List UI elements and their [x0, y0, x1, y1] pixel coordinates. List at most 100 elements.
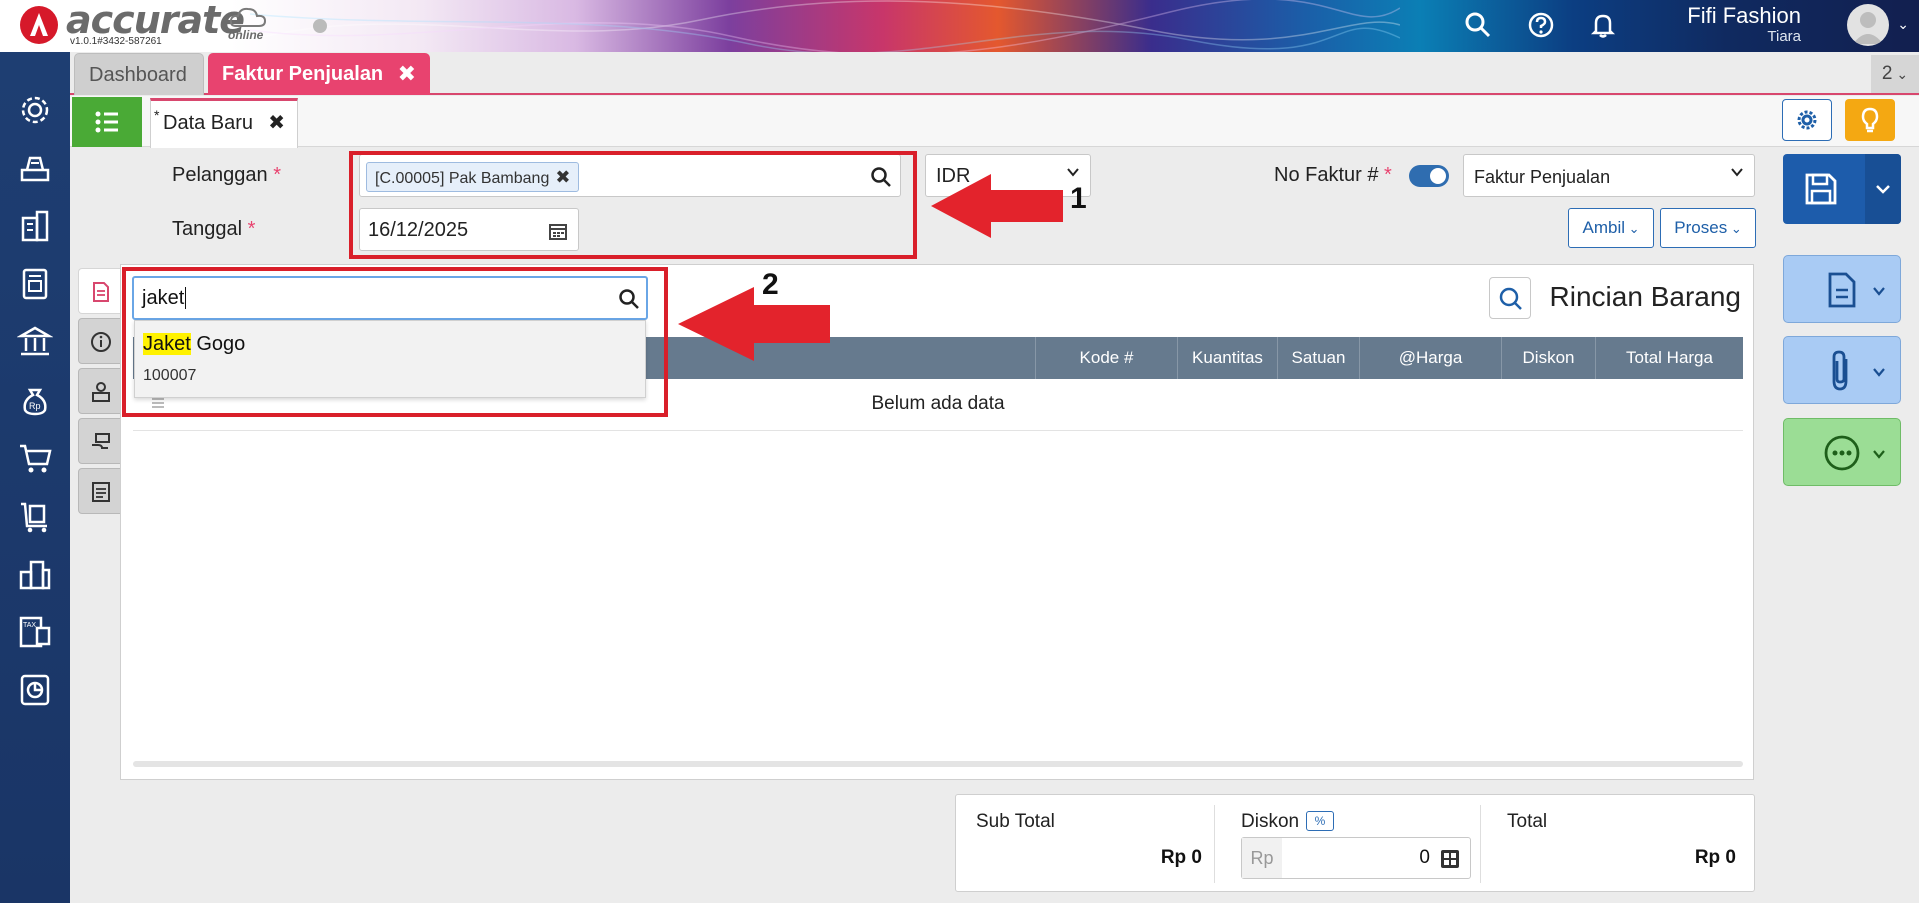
city-icon[interactable]	[17, 556, 53, 592]
col-header-diskon[interactable]: Diskon	[1501, 337, 1595, 379]
item-search-button[interactable]	[1489, 277, 1531, 319]
annotation-arrow-2	[678, 287, 830, 361]
tab-dashboard-label: Dashboard	[89, 64, 187, 86]
print-document-button[interactable]	[1783, 255, 1901, 323]
no-faktur-label: No Faktur # *	[1274, 164, 1392, 187]
ambil-label: Ambil	[1582, 218, 1625, 237]
more-icon	[1824, 435, 1860, 471]
help-icon[interactable]	[1526, 10, 1556, 40]
payment-icon	[92, 382, 110, 402]
logo-mark-icon	[20, 6, 58, 44]
tax-icon[interactable]: TAX	[17, 614, 53, 650]
form-settings-button[interactable]	[1782, 99, 1832, 141]
proses-label: Proses	[1674, 218, 1728, 237]
user-name[interactable]: Tiara	[1767, 28, 1801, 45]
annotation-number-2: 2	[762, 268, 779, 301]
pelanggan-label-text: Pelanggan	[172, 164, 268, 186]
col-header-satuan[interactable]: Satuan	[1277, 337, 1359, 379]
required-mark: *	[273, 164, 282, 186]
attachment-button[interactable]	[1783, 336, 1901, 404]
subtotal-label: Sub Total	[976, 811, 1055, 832]
close-icon[interactable]: ✖	[268, 101, 285, 145]
tab-payment[interactable]	[78, 368, 122, 414]
bell-icon[interactable]	[1588, 10, 1618, 40]
avatar[interactable]	[1847, 4, 1889, 46]
tab-item-details[interactable]	[78, 268, 122, 314]
col-header-harga[interactable]: @Harga	[1359, 337, 1501, 379]
cashier-icon[interactable]	[17, 150, 53, 186]
tab-faktur-penjualan[interactable]: Faktur Penjualan ✖	[208, 53, 430, 95]
discount-percent-toggle[interactable]: %	[1306, 811, 1334, 831]
save-icon	[1805, 173, 1837, 205]
open-tabs-counter[interactable]: 2 ⌄	[1871, 55, 1919, 93]
svg-text:TAX: TAX	[23, 622, 36, 629]
tab-faktur-label: Faktur Penjualan	[222, 63, 384, 85]
required-mark: *	[247, 218, 256, 240]
col-header-kuantitas[interactable]: Kuantitas	[1177, 337, 1277, 379]
calculator-icon[interactable]	[1440, 849, 1460, 869]
sidebar: Rp TAX	[0, 52, 70, 903]
status-dot	[313, 19, 327, 33]
sub-tab-bar: * Data Baru ✖	[70, 96, 1919, 148]
chevron-down-icon	[1873, 287, 1885, 296]
company-name[interactable]: Fifi Fashion	[1687, 3, 1801, 29]
ledger-icon[interactable]	[17, 266, 53, 302]
annotation-box-1	[349, 151, 917, 259]
close-icon[interactable]: ✖	[398, 53, 416, 95]
tab-data-baru[interactable]: * Data Baru ✖	[150, 98, 298, 148]
cart-icon[interactable]	[17, 440, 53, 476]
tab-notes[interactable]	[78, 468, 122, 514]
search-icon[interactable]	[1463, 10, 1493, 40]
currency-prefix: Rp	[1242, 838, 1282, 878]
list-view-button[interactable]	[72, 97, 142, 147]
bank-icon[interactable]	[16, 324, 54, 360]
col-header-total-harga[interactable]: Total Harga	[1595, 337, 1743, 379]
ambil-button[interactable]: Ambil ⌄	[1568, 208, 1654, 248]
save-button[interactable]	[1783, 154, 1901, 224]
document-icon	[1828, 272, 1856, 308]
inventory-cart-icon[interactable]	[17, 498, 53, 534]
horizontal-scrollbar[interactable]	[133, 761, 1743, 767]
hand-money-icon	[92, 433, 110, 449]
invoice-type-value: Faktur Penjualan	[1474, 167, 1611, 187]
tab-data-baru-label: Data Baru	[163, 112, 254, 134]
header-wave-decoration	[250, 0, 1400, 52]
settings-icon[interactable]	[17, 92, 53, 128]
chevron-down-icon	[1731, 168, 1743, 177]
chevron-down-icon	[1067, 168, 1079, 177]
divider	[1480, 805, 1481, 883]
chevron-down-icon	[1876, 185, 1890, 194]
required-mark: *	[1384, 164, 1392, 186]
annotation-arrow-1	[931, 174, 1063, 238]
discount-input[interactable]: Rp 0	[1241, 837, 1471, 879]
invoice-type-select[interactable]: Faktur Penjualan	[1463, 154, 1755, 197]
col-header-kode[interactable]: Kode #	[1035, 337, 1177, 379]
no-faktur-label-text: No Faktur #	[1274, 164, 1379, 186]
money-bag-icon[interactable]: Rp	[17, 382, 53, 418]
company-icon[interactable]	[17, 208, 53, 244]
tips-button[interactable]	[1845, 99, 1895, 141]
chevron-down-icon[interactable]: ⌄	[1897, 16, 1909, 33]
divider	[1214, 805, 1215, 883]
receipt-icon	[92, 482, 110, 502]
cloud-icon	[229, 7, 267, 27]
tab-info[interactable]	[78, 318, 122, 364]
chevron-down-icon	[1873, 368, 1885, 377]
totals-panel: Sub Total Rp 0 Diskon % Rp 0 Total Rp 0	[955, 794, 1755, 892]
tab-dashboard[interactable]: Dashboard	[74, 53, 204, 95]
report-icon[interactable]	[17, 672, 53, 708]
paperclip-icon	[1832, 350, 1848, 391]
save-options-toggle[interactable]	[1865, 154, 1901, 224]
proses-button[interactable]: Proses ⌄	[1660, 208, 1756, 248]
pelanggan-label: Pelanggan *	[172, 164, 281, 187]
tanggal-label: Tanggal *	[172, 218, 255, 241]
subtotal-value: Rp 0	[1160, 847, 1202, 868]
document-icon	[93, 282, 109, 302]
more-actions-button[interactable]	[1783, 418, 1901, 486]
total-label: Total	[1507, 811, 1548, 832]
auto-number-toggle[interactable]	[1409, 165, 1449, 187]
tab-cost[interactable]	[78, 418, 122, 464]
annotation-box-2	[122, 267, 668, 417]
tanggal-label-text: Tanggal	[172, 218, 243, 240]
total-value: Rp 0	[1694, 847, 1736, 868]
